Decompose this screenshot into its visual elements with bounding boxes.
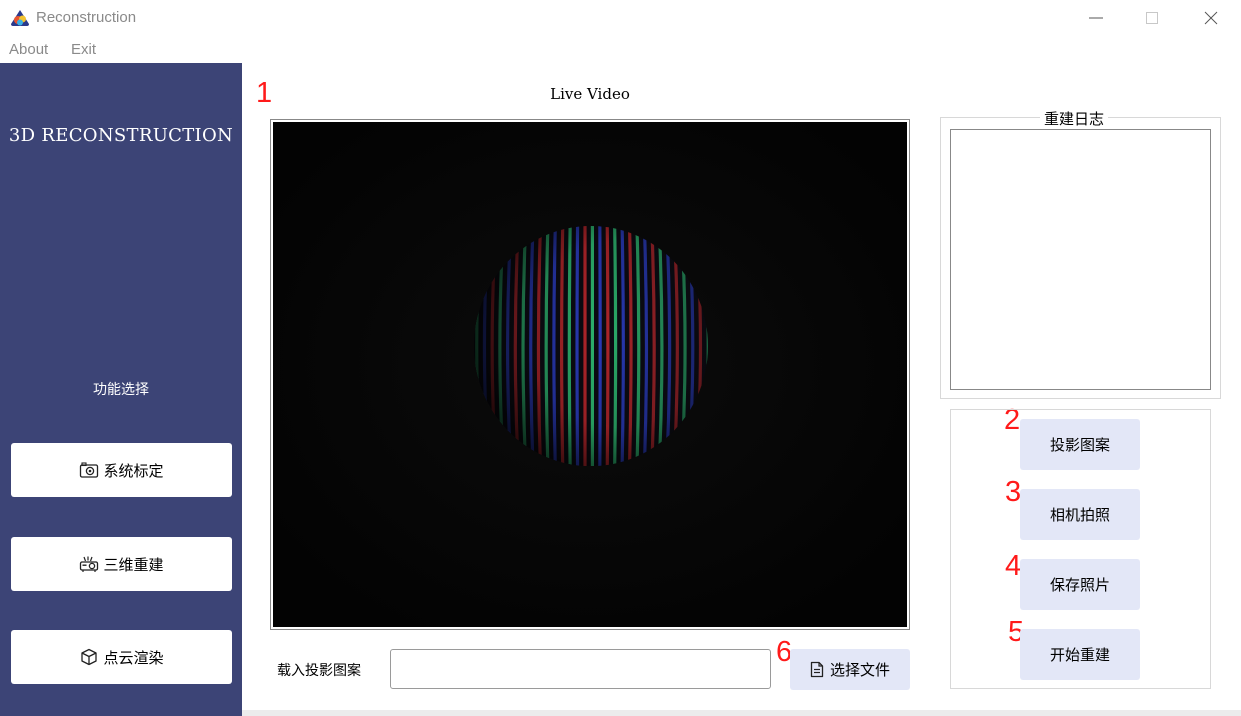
maximize-icon[interactable] xyxy=(1140,6,1164,30)
choose-file-button-label: 选择文件 xyxy=(829,661,890,679)
reconstruction-button[interactable]: 三维重建 xyxy=(11,537,232,591)
live-video-image xyxy=(273,122,907,627)
calibration-button-label: 系统标定 xyxy=(103,461,164,480)
projector-icon xyxy=(80,556,99,572)
video-title: Live Video xyxy=(550,85,630,103)
status-strip xyxy=(242,710,1241,716)
document-icon xyxy=(810,661,824,678)
pointcloud-render-button[interactable]: 点云渲染 xyxy=(11,630,232,684)
brand-title: 3D RECONSTRUCTION xyxy=(8,125,234,146)
camera-capture-button[interactable]: 相机拍照 xyxy=(1020,489,1140,540)
choose-file-button[interactable]: 选择文件 xyxy=(790,649,910,690)
pointcloud-render-button-label: 点云渲染 xyxy=(103,648,164,667)
log-title: 重建日志 xyxy=(1040,108,1109,129)
project-pattern-button[interactable]: 投影图案 xyxy=(1020,419,1140,470)
pattern-file-input[interactable] xyxy=(390,649,771,689)
live-video-frame xyxy=(270,119,910,630)
reconstruction-button-label: 三维重建 xyxy=(103,555,164,574)
camera-icon xyxy=(80,462,99,478)
sidebar: 3D RECONSTRUCTION 功能选择 系统标定 三维重建 点云渲染 xyxy=(0,63,242,716)
calibration-button[interactable]: 系统标定 xyxy=(11,443,232,497)
live-video-screen xyxy=(273,122,907,627)
window-title: Reconstruction xyxy=(36,9,137,26)
close-icon[interactable] xyxy=(1199,6,1223,30)
menu-bar: About Exit xyxy=(0,36,1241,63)
menu-about[interactable]: About xyxy=(9,41,48,58)
title-bar: Reconstruction xyxy=(0,0,1241,36)
menu-exit[interactable]: Exit xyxy=(71,41,96,58)
load-pattern-label: 载入投影图案 xyxy=(277,663,361,679)
start-reconstruction-button[interactable]: 开始重建 xyxy=(1020,629,1140,680)
cube-icon xyxy=(81,648,98,666)
minimize-icon[interactable] xyxy=(1084,6,1108,30)
save-photo-button[interactable]: 保存照片 xyxy=(1020,559,1140,610)
function-select-label: 功能选择 xyxy=(93,382,149,398)
app-logo-icon xyxy=(11,10,29,26)
log-textbox[interactable] xyxy=(950,129,1211,390)
